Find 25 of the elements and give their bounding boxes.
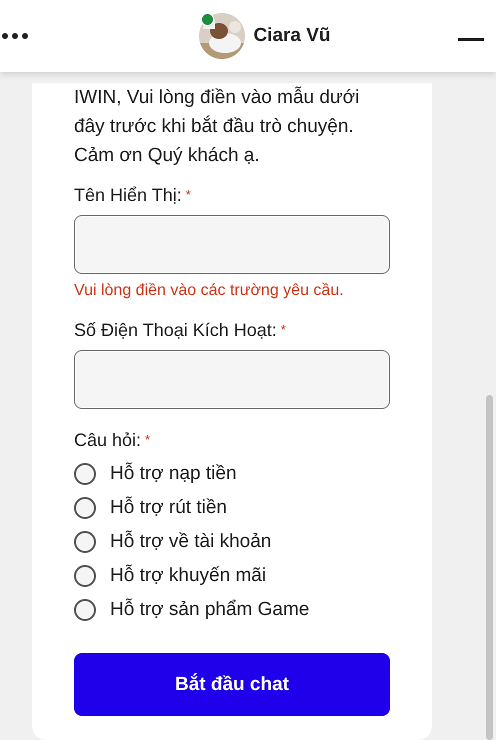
required-mark: * xyxy=(145,432,150,447)
required-mark: * xyxy=(186,187,191,202)
radio-button[interactable] xyxy=(74,497,96,519)
option-label[interactable]: Hỗ trợ nạp tiền xyxy=(110,463,237,485)
radio-button[interactable] xyxy=(74,463,96,485)
option-label[interactable]: Hỗ trợ khuyến mãi xyxy=(110,565,266,587)
required-mark: * xyxy=(280,322,286,337)
contact-name: Ciara Vũ xyxy=(253,25,331,47)
radio-button[interactable] xyxy=(74,531,96,553)
input-field[interactable] xyxy=(74,215,390,274)
option-label[interactable]: Hỗ trợ về tài khoản xyxy=(110,531,272,553)
radio-button[interactable] xyxy=(74,565,96,587)
radio-button[interactable] xyxy=(74,599,96,621)
option-label[interactable]: Hỗ trợ sản phẩm Game xyxy=(110,599,310,621)
option-label[interactable]: Hỗ trợ rút tiền xyxy=(110,497,227,519)
field-label: Số Điện Thoại Kích Hoạt: xyxy=(74,320,277,340)
minimize-icon[interactable] xyxy=(458,38,484,40)
start-chat-button[interactable]: Bắt đầu chat xyxy=(74,653,390,716)
more-icon[interactable] xyxy=(2,33,28,39)
scrollbar-thumb[interactable] xyxy=(486,395,493,740)
error-message: Vui lòng điền vào các trường yêu cầu. xyxy=(74,281,345,301)
input-field[interactable] xyxy=(74,350,390,409)
welcome-message: IWIN, Vui lòng điền vào mẫu dưới đây trước khi bắt đầu trò chuyện. Cảm ơn Quý khách ạ. xyxy=(74,86,360,168)
field-label: Câu hỏi: xyxy=(74,430,142,450)
field-label: Tên Hiển Thị: xyxy=(74,185,182,205)
